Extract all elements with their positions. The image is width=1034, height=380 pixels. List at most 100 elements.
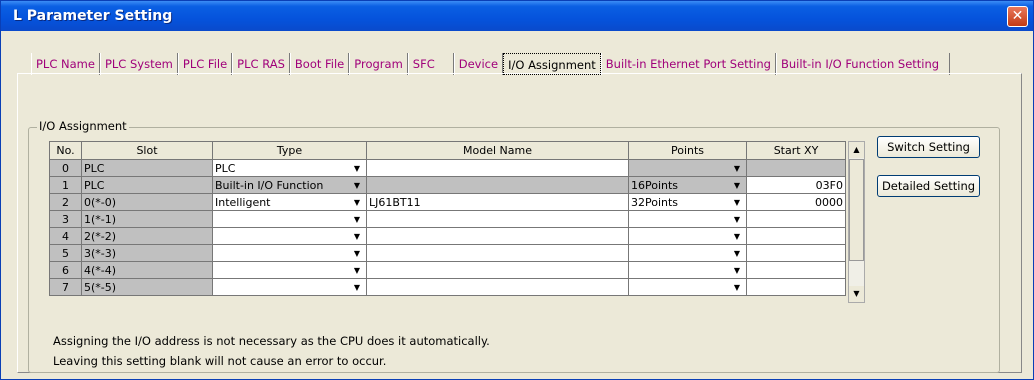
chevron-down-icon[interactable]: ▼ bbox=[350, 181, 364, 190]
tab-program[interactable]: Program bbox=[349, 53, 408, 75]
points-value: 16Points bbox=[631, 178, 679, 192]
type-value: Built-in I/O Function bbox=[215, 178, 324, 192]
row-number: 7 bbox=[49, 278, 82, 296]
points-select[interactable]: 16Points ▼ bbox=[628, 176, 747, 194]
info-note: Assigning the I/O address is not necessa… bbox=[53, 334, 490, 348]
scrollbar-thumb[interactable] bbox=[849, 159, 864, 261]
start-xy-input[interactable] bbox=[746, 159, 846, 177]
points-select[interactable]: ▼ bbox=[628, 210, 747, 228]
tab-plc-name[interactable]: PLC Name bbox=[31, 53, 100, 75]
type-select[interactable]: ▼ bbox=[212, 227, 367, 245]
tab-io-assignment[interactable]: I/O Assignment bbox=[503, 53, 601, 75]
type-select[interactable]: Intelligent ▼ bbox=[212, 193, 367, 211]
row-number: 4 bbox=[49, 227, 82, 245]
scroll-up-icon[interactable]: ▲ bbox=[849, 142, 864, 158]
table-row: 0 PLC PLC ▼ ▼ bbox=[49, 159, 846, 177]
tab-plc-ras[interactable]: PLC RAS bbox=[232, 53, 290, 75]
chevron-down-icon[interactable]: ▼ bbox=[730, 283, 744, 292]
detailed-setting-button[interactable]: Detailed Setting bbox=[877, 175, 980, 197]
slot-cell: PLC bbox=[81, 159, 213, 177]
model-name-input[interactable] bbox=[366, 227, 629, 245]
points-select[interactable]: ▼ bbox=[628, 159, 747, 177]
row-number: 2 bbox=[49, 193, 82, 211]
start-xy-input[interactable] bbox=[746, 210, 846, 228]
chevron-down-icon[interactable]: ▼ bbox=[350, 164, 364, 173]
tab-sfc[interactable]: SFC bbox=[407, 53, 454, 75]
model-name-input[interactable] bbox=[366, 261, 629, 279]
tab-device[interactable]: Device bbox=[453, 53, 504, 75]
group-label: I/O Assignment bbox=[37, 119, 129, 133]
row-number: 3 bbox=[49, 210, 82, 228]
model-name-input[interactable]: LJ61BT11 bbox=[366, 193, 629, 211]
points-select[interactable]: 32Points ▼ bbox=[628, 193, 747, 211]
switch-setting-button[interactable]: Switch Setting bbox=[877, 136, 980, 158]
chevron-down-icon[interactable]: ▼ bbox=[350, 215, 364, 224]
table-row: 6 4(*-4) ▼ ▼ bbox=[49, 261, 846, 279]
tab-builtin-ethernet[interactable]: Built-in Ethernet Port Setting bbox=[600, 53, 776, 75]
chevron-down-icon[interactable]: ▼ bbox=[730, 198, 744, 207]
parameter-window: L Parameter Setting ✕ PLC Name PLC Syste… bbox=[0, 0, 1034, 380]
points-select[interactable]: ▼ bbox=[628, 244, 747, 262]
tab-builtin-io-function[interactable]: Built-in I/O Function Setting bbox=[775, 53, 951, 75]
chevron-down-icon[interactable]: ▼ bbox=[350, 266, 364, 275]
points-value: 32Points bbox=[631, 195, 679, 209]
chevron-down-icon[interactable]: ▼ bbox=[350, 283, 364, 292]
model-name-input[interactable] bbox=[366, 176, 629, 194]
points-select[interactable]: ▼ bbox=[628, 278, 747, 296]
chevron-down-icon[interactable]: ▼ bbox=[730, 181, 744, 190]
header-no: No. bbox=[49, 141, 82, 160]
table-row: 7 5(*-5) ▼ ▼ bbox=[49, 278, 846, 296]
table-row: 5 3(*-3) ▼ ▼ bbox=[49, 244, 846, 262]
start-xy-input[interactable] bbox=[746, 227, 846, 245]
tab-plc-file[interactable]: PLC File bbox=[177, 53, 233, 75]
tab-boot-file[interactable]: Boot File bbox=[289, 53, 350, 75]
slot-cell: 0(*-0) bbox=[81, 193, 213, 211]
title-bar: L Parameter Setting ✕ bbox=[1, 1, 1033, 31]
model-name-input[interactable] bbox=[366, 159, 629, 177]
start-xy-input[interactable] bbox=[746, 244, 846, 262]
type-select[interactable]: ▼ bbox=[212, 261, 367, 279]
points-select[interactable]: ▼ bbox=[628, 261, 747, 279]
chevron-down-icon[interactable]: ▼ bbox=[730, 249, 744, 258]
table-row: 3 1(*-1) ▼ ▼ bbox=[49, 210, 846, 228]
model-name-input[interactable] bbox=[366, 244, 629, 262]
model-name-input[interactable] bbox=[366, 278, 629, 296]
close-icon[interactable]: ✕ bbox=[1007, 6, 1028, 27]
type-select[interactable]: ▼ bbox=[212, 278, 367, 296]
row-number: 0 bbox=[49, 159, 82, 177]
chevron-down-icon[interactable]: ▼ bbox=[730, 266, 744, 275]
chevron-down-icon[interactable]: ▼ bbox=[730, 232, 744, 241]
slot-cell: 3(*-3) bbox=[81, 244, 213, 262]
slot-cell: 1(*-1) bbox=[81, 210, 213, 228]
header-start: Start XY bbox=[746, 141, 846, 160]
type-select[interactable]: ▼ bbox=[212, 210, 367, 228]
chevron-down-icon[interactable]: ▼ bbox=[350, 198, 364, 207]
type-select[interactable]: Built-in I/O Function ▼ bbox=[212, 176, 367, 194]
start-xy-input[interactable] bbox=[746, 261, 846, 279]
type-select[interactable]: PLC ▼ bbox=[212, 159, 367, 177]
header-slot: Slot bbox=[81, 141, 213, 160]
points-select[interactable]: ▼ bbox=[628, 227, 747, 245]
chevron-down-icon[interactable]: ▼ bbox=[350, 249, 364, 258]
slot-cell: PLC bbox=[81, 176, 213, 194]
scroll-down-icon[interactable]: ▼ bbox=[849, 286, 864, 302]
io-assignment-table: No. Slot Type Model Name Points Start XY… bbox=[49, 141, 846, 296]
tab-plc-system[interactable]: PLC System bbox=[99, 53, 178, 75]
tab-strip: PLC Name PLC System PLC File PLC RAS Boo… bbox=[31, 53, 951, 75]
start-xy-input[interactable] bbox=[746, 278, 846, 296]
chevron-down-icon[interactable]: ▼ bbox=[350, 232, 364, 241]
header-type: Type bbox=[212, 141, 367, 160]
start-xy-input[interactable]: 0000 bbox=[746, 193, 846, 211]
table-scrollbar[interactable]: ▲ ▼ bbox=[848, 141, 865, 303]
chevron-down-icon[interactable]: ▼ bbox=[730, 215, 744, 224]
row-number: 6 bbox=[49, 261, 82, 279]
info-note: Leaving this setting blank will not caus… bbox=[53, 354, 387, 368]
row-number: 1 bbox=[49, 176, 82, 194]
type-select[interactable]: ▼ bbox=[212, 244, 367, 262]
slot-cell: 2(*-2) bbox=[81, 227, 213, 245]
table-row: 4 2(*-2) ▼ ▼ bbox=[49, 227, 846, 245]
model-name-input[interactable] bbox=[366, 210, 629, 228]
chevron-down-icon[interactable]: ▼ bbox=[730, 164, 744, 173]
start-xy-input[interactable]: 03F0 bbox=[746, 176, 846, 194]
slot-cell: 5(*-5) bbox=[81, 278, 213, 296]
